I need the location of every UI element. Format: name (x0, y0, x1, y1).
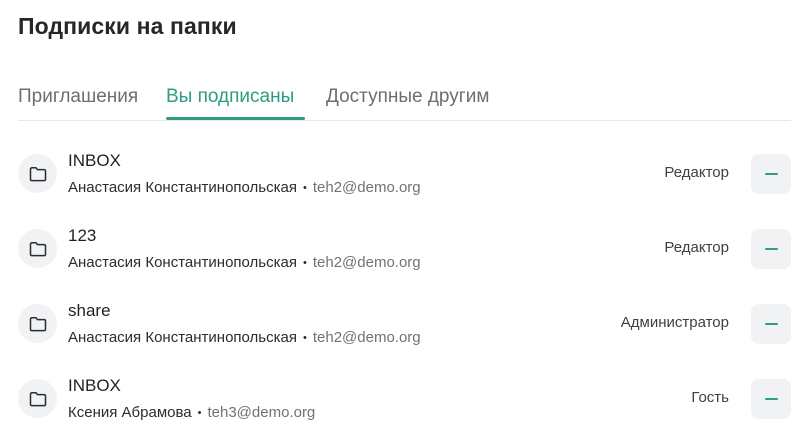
folder-name: 123 (68, 226, 97, 245)
minus-icon (764, 398, 778, 400)
unsubscribe-button[interactable] (751, 229, 791, 269)
tab-subscribed[interactable]: Вы подписаны (166, 86, 294, 108)
access-role: Гость (691, 389, 729, 406)
owner-email: teh3@demo.org (207, 404, 316, 421)
owner-name: Анастасия Константинопольская (68, 329, 297, 346)
subscription-row: share Анастасия Константинопольская • teh2… (18, 286, 791, 361)
access-role: Редактор (664, 164, 729, 181)
folder-icon (18, 379, 57, 418)
folder-icon (18, 304, 57, 343)
separator-dot: • (302, 182, 307, 194)
folder-owner-info: Анастасия Константинопольская • teh2@demo.… (68, 254, 421, 271)
folder-name: share (68, 301, 111, 320)
folder-name: INBOX (68, 151, 121, 170)
unsubscribe-button[interactable] (751, 154, 791, 194)
tab-bar: Приглашения Вы подписаны Доступные други… (18, 80, 791, 121)
subscription-row: 123 Анастасия Константинопольская • teh2@d… (18, 211, 791, 286)
folder-icon (18, 229, 57, 268)
unsubscribe-button[interactable] (751, 304, 791, 344)
owner-name: Анастасия Константинопольская (68, 179, 297, 196)
access-role: Администратор (620, 314, 729, 331)
subscription-row: INBOX Ксения Абрамова • teh3@demo.org Гост… (18, 361, 791, 436)
subscription-row: INBOX Анастасия Константинопольская • teh2… (18, 136, 791, 211)
owner-email: teh2@demo.org (312, 254, 421, 271)
folder-icon (18, 154, 57, 193)
owner-name: Анастасия Константинопольская (68, 254, 297, 271)
owner-email: teh2@demo.org (312, 329, 421, 346)
folder-owner-info: Анастасия Константинопольская • teh2@demo.… (68, 329, 421, 346)
folder-name: INBOX (68, 376, 121, 395)
minus-icon (764, 323, 778, 325)
separator-dot: • (197, 407, 202, 419)
separator-dot: • (302, 257, 307, 269)
owner-name: Ксения Абрамова (68, 404, 192, 421)
unsubscribe-button[interactable] (751, 379, 791, 419)
tab-invitations[interactable]: Приглашения (18, 86, 138, 108)
minus-icon (764, 173, 778, 175)
page-title: Подписки на папки (18, 13, 237, 39)
tab-shared-with-others[interactable]: Доступные другим (326, 86, 489, 108)
separator-dot: • (302, 332, 307, 344)
folder-owner-info: Анастасия Константинопольская • teh2@demo.… (68, 179, 421, 196)
subscription-list: INBOX Анастасия Константинопольская • teh2… (18, 136, 791, 436)
owner-email: teh2@demo.org (312, 179, 421, 196)
active-tab-indicator (166, 117, 305, 120)
folder-owner-info: Ксения Абрамова • teh3@demo.org (68, 404, 315, 421)
access-role: Редактор (664, 239, 729, 256)
minus-icon (764, 248, 778, 250)
